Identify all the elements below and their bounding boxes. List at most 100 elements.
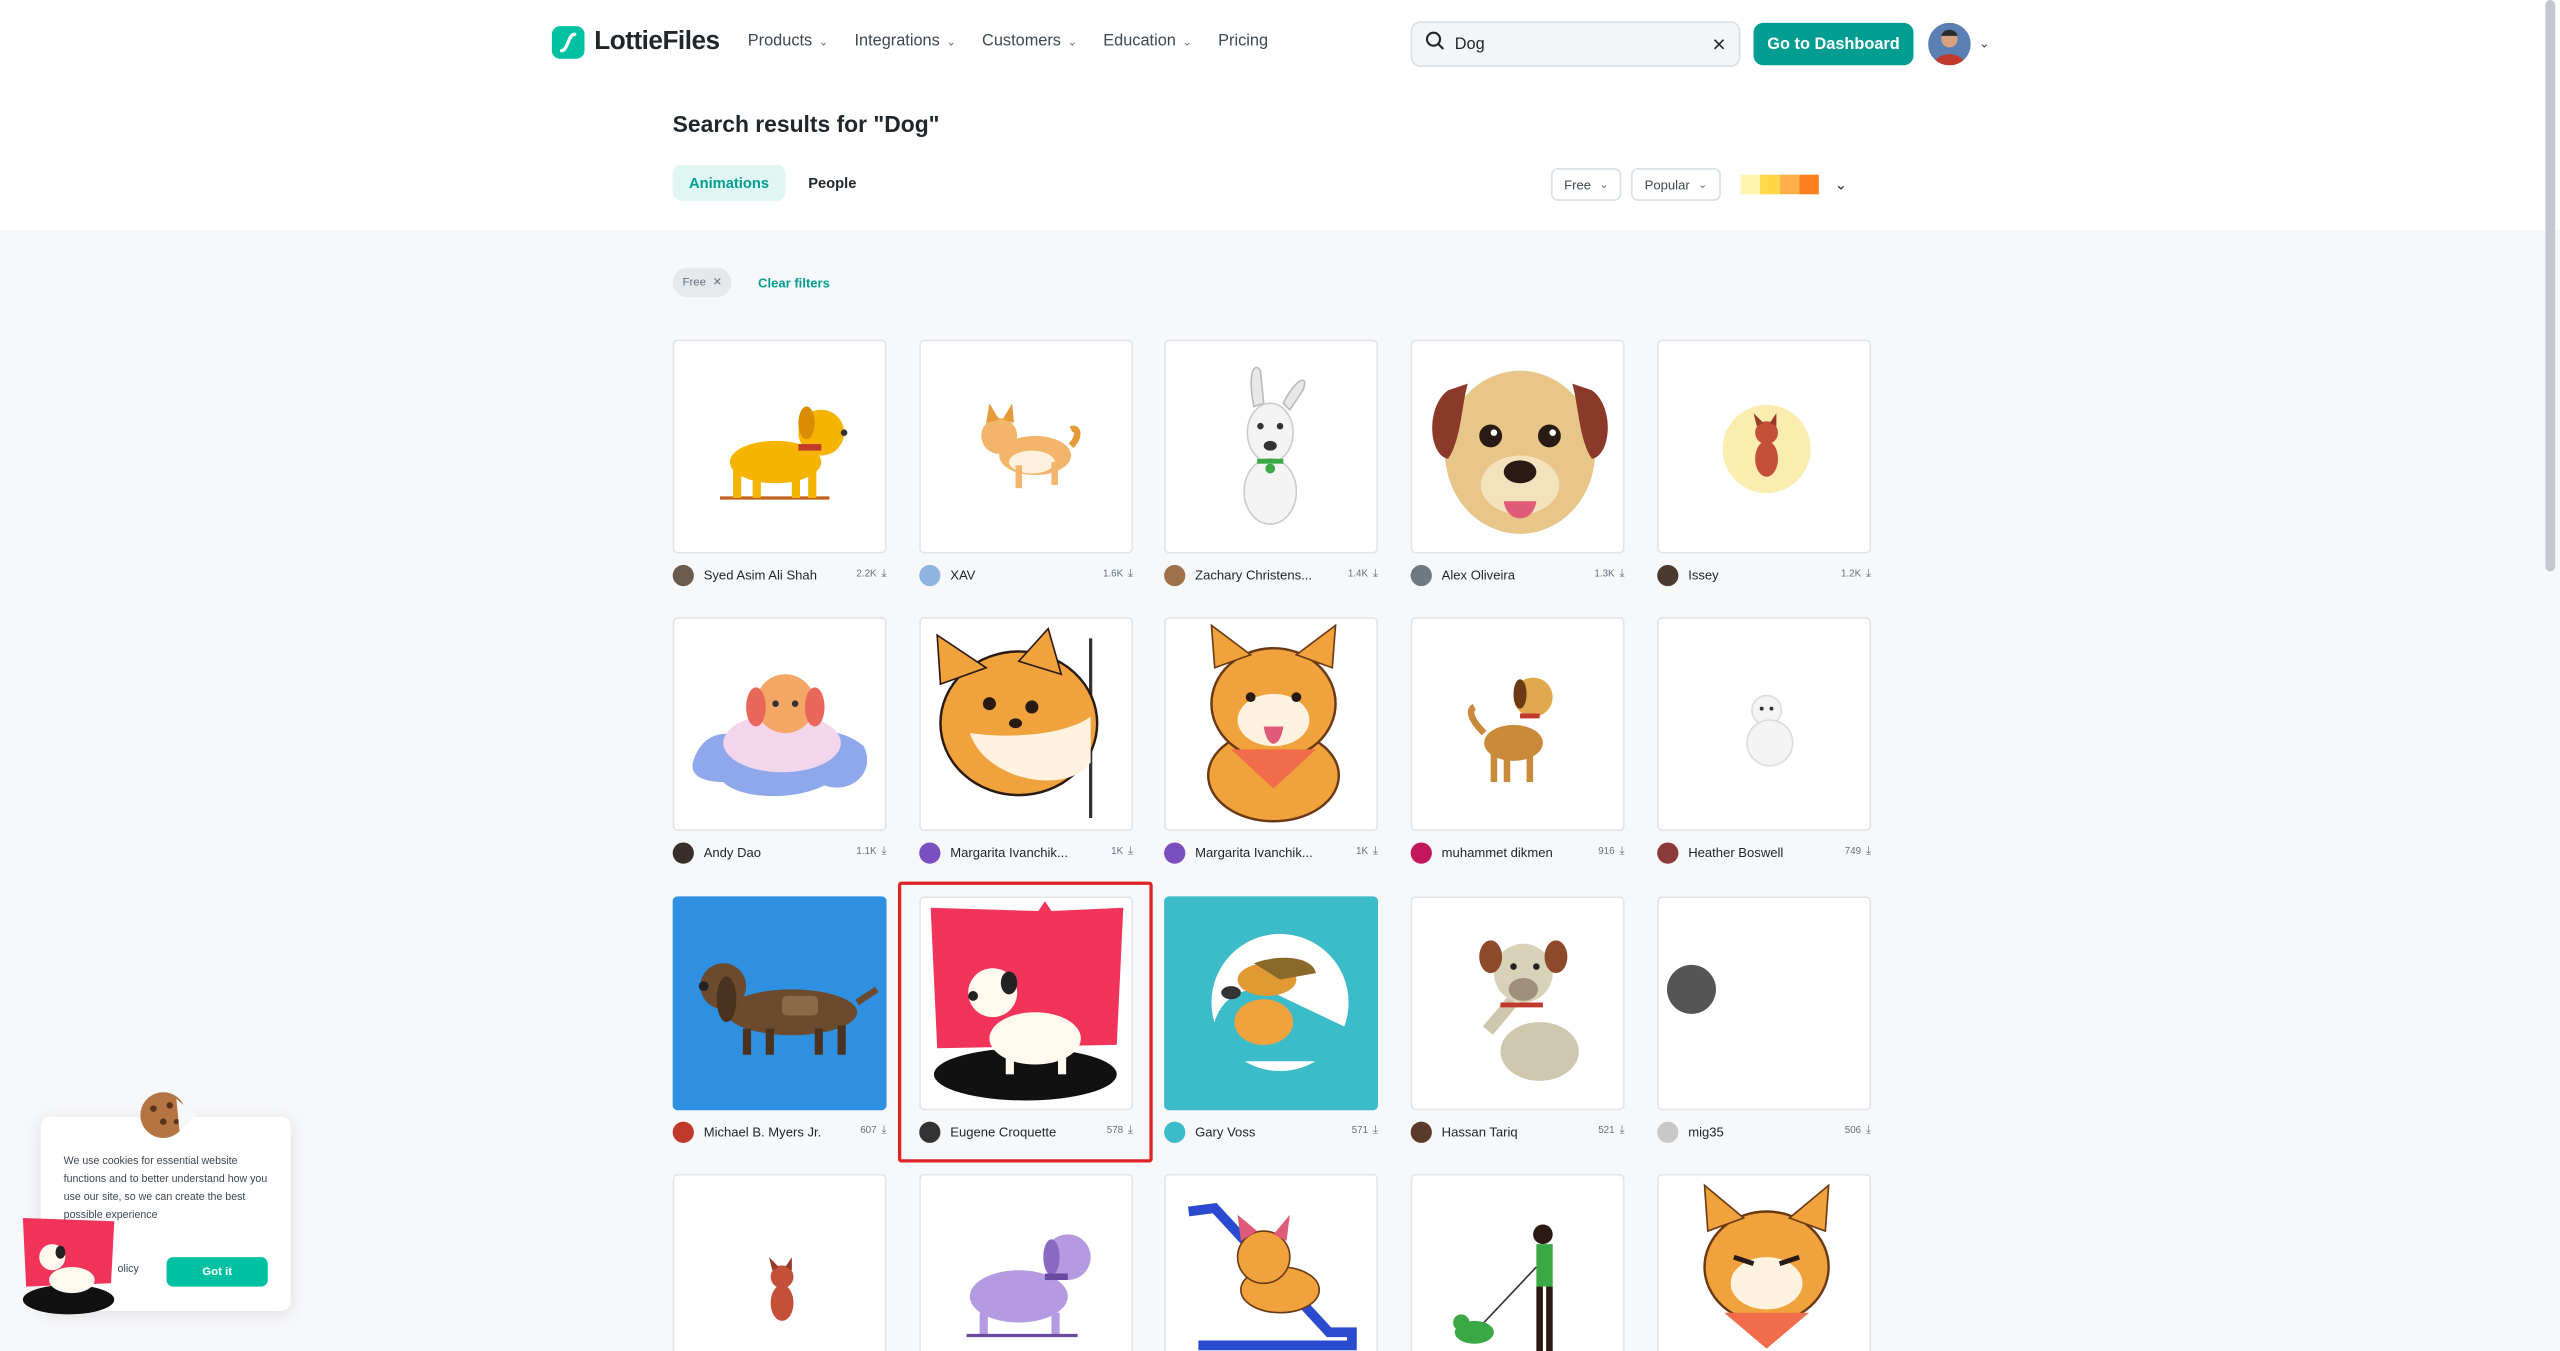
author-name[interactable]: muhammet dikmen bbox=[1442, 845, 1599, 860]
avatar[interactable] bbox=[1657, 564, 1679, 586]
animation-thumbnail[interactable] bbox=[1657, 1173, 1872, 1351]
animation-thumbnail[interactable] bbox=[1410, 1173, 1625, 1351]
avatar[interactable] bbox=[1164, 1120, 1186, 1143]
tab-people[interactable]: People bbox=[792, 165, 873, 201]
avatar[interactable] bbox=[1657, 1120, 1679, 1143]
download-icon[interactable]: ⤓ bbox=[1373, 568, 1378, 581]
license-filter-dropdown[interactable]: Free ⌄ bbox=[1551, 168, 1622, 201]
download-icon[interactable]: ⤓ bbox=[1866, 846, 1871, 859]
animation-thumbnail[interactable] bbox=[919, 339, 1134, 554]
author-name[interactable]: Alex Oliveira bbox=[1442, 567, 1595, 582]
animation-card[interactable] bbox=[1164, 1173, 1378, 1351]
download-icon[interactable]: ⤓ bbox=[1619, 1125, 1624, 1138]
avatar[interactable] bbox=[1410, 564, 1432, 586]
nav-products[interactable]: Products ⌄ bbox=[748, 33, 829, 51]
search-input[interactable] bbox=[1454, 35, 1713, 54]
nav-integrations[interactable]: Integrations ⌄ bbox=[854, 33, 955, 51]
animation-thumbnail[interactable] bbox=[1410, 339, 1625, 554]
animation-thumbnail[interactable] bbox=[672, 339, 887, 554]
tab-animations[interactable]: Animations bbox=[672, 164, 786, 201]
animation-preview-popup[interactable] bbox=[20, 1215, 118, 1324]
avatar[interactable] bbox=[1410, 1120, 1432, 1143]
page-scrollbar[interactable] bbox=[2545, 0, 2556, 572]
author-name[interactable]: Andy Dao bbox=[704, 845, 857, 860]
animation-thumbnail[interactable] bbox=[1164, 617, 1378, 832]
avatar[interactable] bbox=[1164, 841, 1186, 863]
color-palette-filter[interactable] bbox=[1740, 174, 1819, 195]
clear-filters-link[interactable]: Clear filters bbox=[758, 275, 830, 290]
avatar[interactable] bbox=[1410, 841, 1432, 863]
download-icon[interactable]: ⤓ bbox=[1866, 1125, 1871, 1138]
logo[interactable]: LottieFiles bbox=[551, 26, 720, 59]
avatar[interactable] bbox=[919, 841, 941, 863]
animation-card[interactable]: Andy Dao 1.1K ⤓ bbox=[672, 617, 887, 864]
animation-card[interactable]: Zachary Christens... 1.4K ⤓ bbox=[1164, 339, 1378, 587]
animation-thumbnail[interactable] bbox=[919, 617, 1134, 832]
download-icon[interactable]: ⤓ bbox=[1373, 846, 1378, 859]
download-icon[interactable]: ⤓ bbox=[881, 568, 886, 581]
animation-thumbnail[interactable] bbox=[919, 1173, 1134, 1351]
avatar[interactable] bbox=[1657, 841, 1679, 863]
animation-card[interactable]: Hassan Tariq 521 ⤓ bbox=[1410, 896, 1625, 1143]
filter-chip-free[interactable]: Free ✕ bbox=[672, 267, 732, 298]
animation-card[interactable]: Syed Asim Ali Shah 2.2K ⤓ bbox=[672, 339, 887, 587]
animation-card[interactable]: muhammet dikmen 916 ⤓ bbox=[1410, 617, 1625, 864]
animation-card[interactable]: Heather Boswell 749 ⤓ bbox=[1657, 617, 1872, 864]
avatar[interactable] bbox=[1164, 564, 1186, 586]
animation-card[interactable]: Issey 1.2K ⤓ bbox=[1657, 339, 1872, 587]
download-icon[interactable]: ⤓ bbox=[1866, 568, 1871, 581]
animation-card[interactable]: mig35 506 ⤓ bbox=[1657, 896, 1872, 1143]
go-to-dashboard-button[interactable]: Go to Dashboard bbox=[1753, 22, 1914, 66]
animation-thumbnail[interactable] bbox=[1657, 617, 1872, 832]
author-name[interactable]: Issey bbox=[1688, 567, 1841, 582]
author-name[interactable]: Margarita Ivanchik... bbox=[950, 845, 1111, 860]
download-icon[interactable]: ⤓ bbox=[1128, 846, 1133, 859]
got-it-button[interactable]: Got it bbox=[166, 1257, 268, 1287]
download-icon[interactable]: ⤓ bbox=[1128, 568, 1133, 581]
author-name[interactable]: XAV bbox=[950, 567, 1103, 582]
nav-customers[interactable]: Customers ⌄ bbox=[982, 33, 1077, 51]
download-icon[interactable]: ⤓ bbox=[881, 846, 886, 859]
user-avatar[interactable] bbox=[1928, 22, 1971, 66]
avatar[interactable] bbox=[672, 841, 694, 863]
author-name[interactable]: Margarita Ivanchik... bbox=[1195, 845, 1356, 860]
animation-card[interactable] bbox=[1410, 1173, 1625, 1351]
download-icon[interactable]: ⤓ bbox=[881, 1125, 886, 1138]
nav-pricing[interactable]: Pricing bbox=[1218, 33, 1268, 51]
chevron-down-icon[interactable]: ⌄ bbox=[1835, 176, 1847, 194]
clear-search-icon[interactable]: × bbox=[1712, 31, 1725, 57]
nav-education[interactable]: Education ⌄ bbox=[1103, 33, 1192, 51]
close-icon[interactable]: ✕ bbox=[713, 276, 723, 289]
animation-card[interactable] bbox=[919, 1173, 1134, 1351]
animation-thumbnail[interactable] bbox=[1164, 896, 1378, 1111]
download-icon[interactable]: ⤓ bbox=[1619, 568, 1624, 581]
animation-thumbnail[interactable] bbox=[1657, 896, 1872, 1111]
author-name[interactable]: Zachary Christens... bbox=[1195, 567, 1348, 582]
animation-card[interactable]: Alex Oliveira 1.3K ⤓ bbox=[1410, 339, 1625, 587]
animation-thumbnail[interactable] bbox=[672, 896, 887, 1111]
animation-card[interactable]: Margarita Ivanchik... 1K ⤓ bbox=[919, 617, 1134, 864]
animation-thumbnail[interactable] bbox=[1164, 339, 1378, 554]
animation-card[interactable] bbox=[1657, 1173, 1872, 1351]
avatar[interactable] bbox=[919, 564, 941, 586]
author-name[interactable]: Hassan Tariq bbox=[1442, 1124, 1599, 1139]
animation-card[interactable]: XAV 1.6K ⤓ bbox=[919, 339, 1134, 587]
sort-dropdown[interactable]: Popular ⌄ bbox=[1631, 168, 1721, 201]
animation-card[interactable]: Michael B. Myers Jr. 607 ⤓ bbox=[672, 896, 887, 1143]
author-name[interactable]: Gary Voss bbox=[1195, 1124, 1352, 1139]
avatar[interactable] bbox=[672, 1120, 694, 1143]
author-name[interactable]: Michael B. Myers Jr. bbox=[704, 1124, 861, 1139]
download-icon[interactable]: ⤓ bbox=[1373, 1125, 1378, 1138]
author-name[interactable]: mig35 bbox=[1688, 1124, 1845, 1139]
animation-thumbnail[interactable] bbox=[1657, 339, 1872, 554]
animation-card[interactable]: Margarita Ivanchik... 1K ⤓ bbox=[1164, 617, 1378, 864]
avatar[interactable] bbox=[672, 564, 694, 586]
download-icon[interactable]: ⤓ bbox=[1619, 846, 1624, 859]
policy-link[interactable]: olicy bbox=[118, 1264, 139, 1275]
animation-thumbnail[interactable] bbox=[1410, 617, 1625, 832]
author-name[interactable]: Heather Boswell bbox=[1688, 845, 1845, 860]
animation-thumbnail[interactable] bbox=[672, 617, 887, 832]
chevron-down-icon[interactable]: ⌄ bbox=[1979, 36, 1990, 51]
animation-card[interactable]: Gary Voss 571 ⤓ bbox=[1164, 896, 1378, 1143]
animation-thumbnail[interactable] bbox=[672, 1173, 887, 1351]
